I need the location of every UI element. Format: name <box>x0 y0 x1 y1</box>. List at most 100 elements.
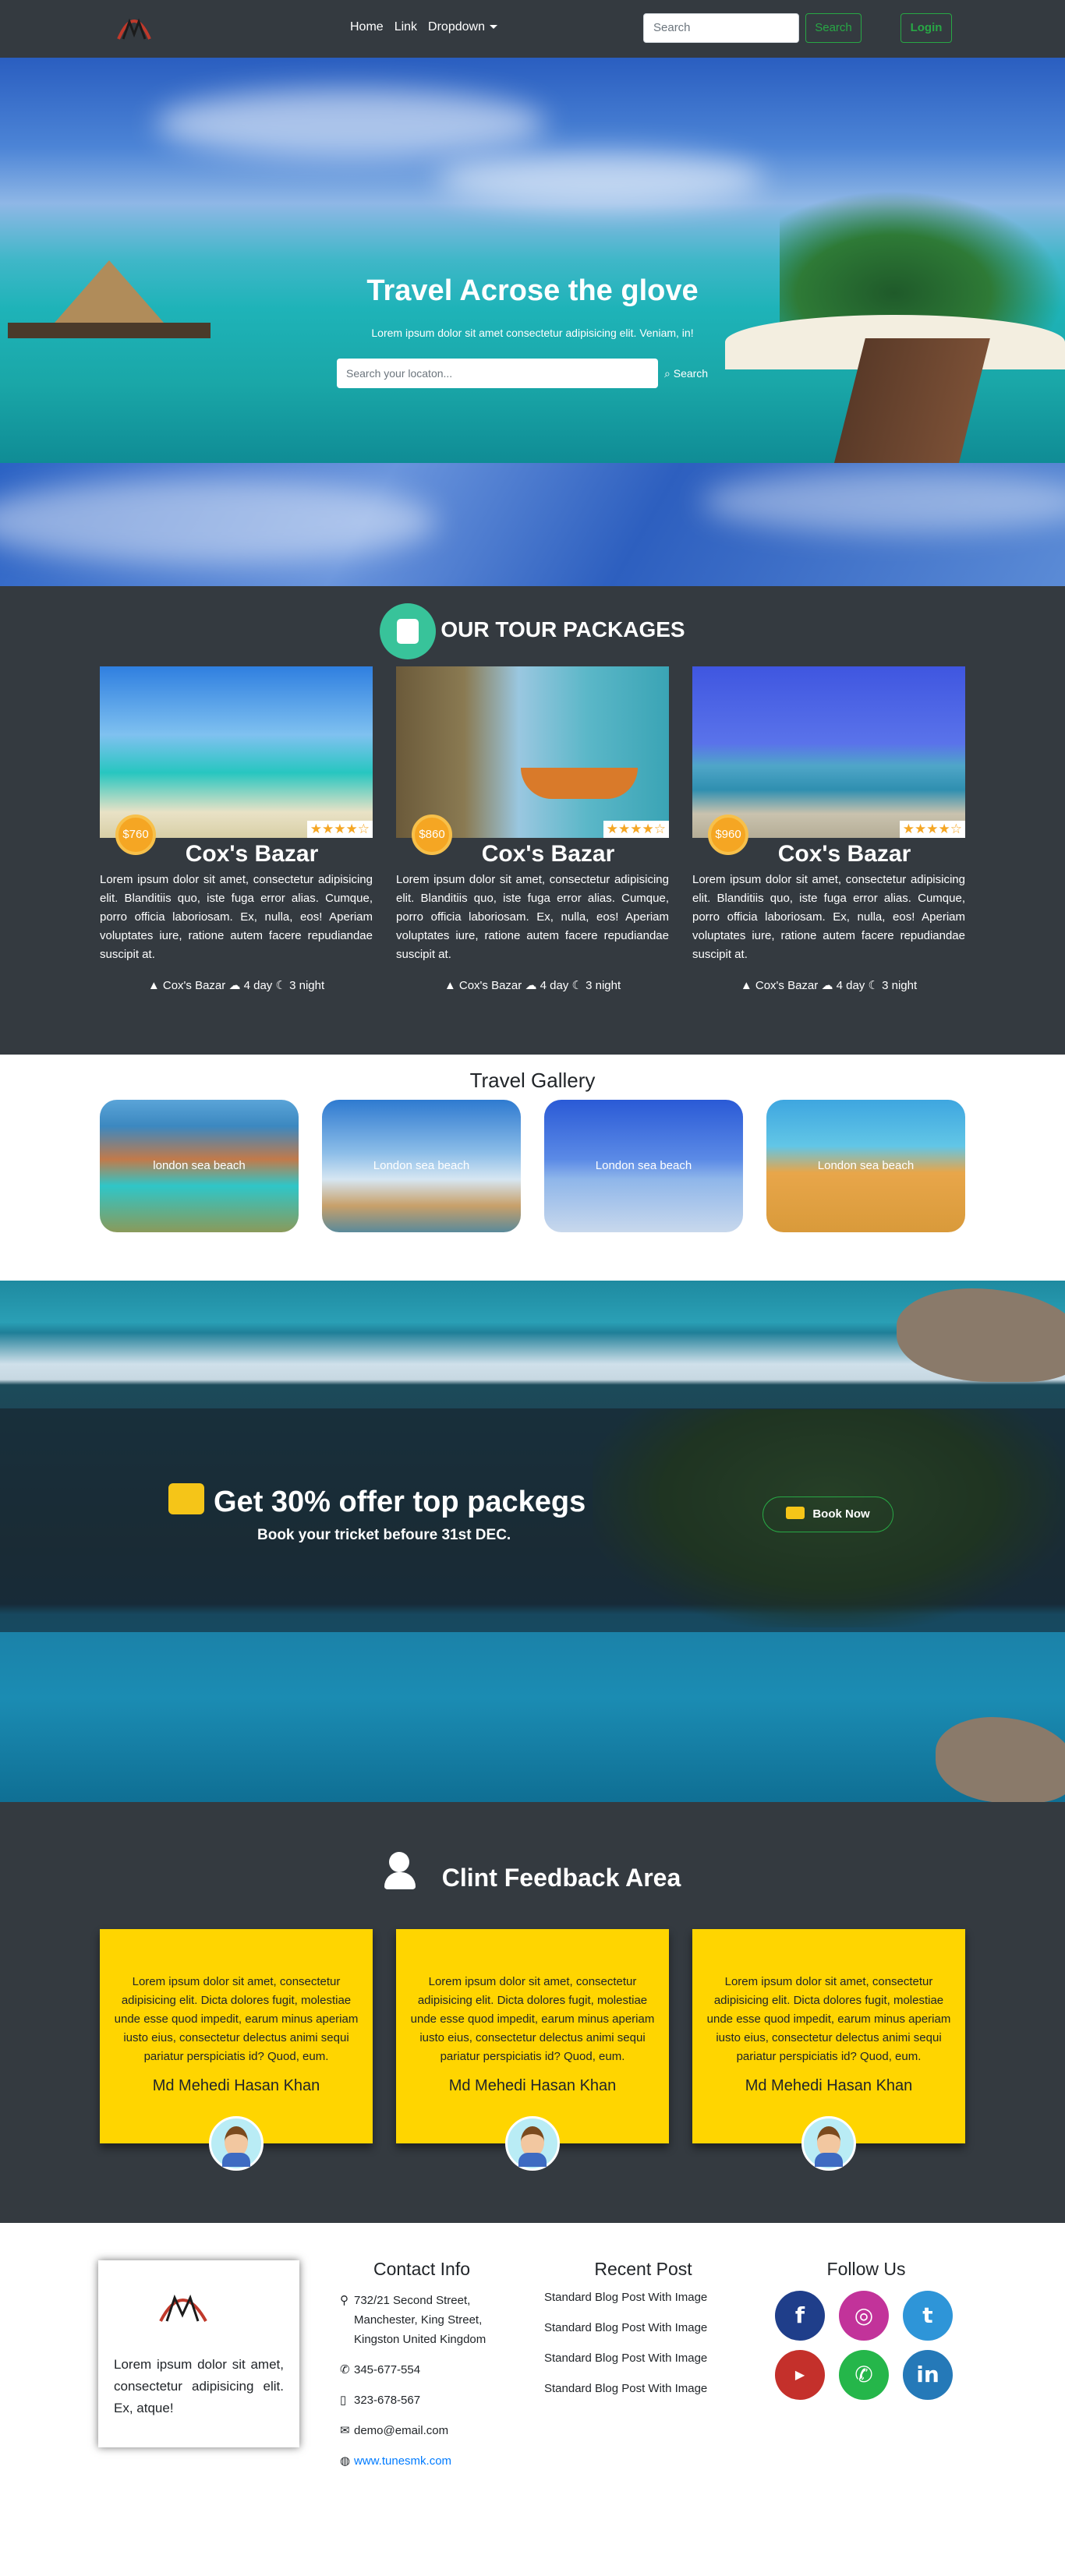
gallery-caption: London sea beach <box>595 1159 692 1172</box>
avatar <box>209 2116 264 2171</box>
footer-about-text: Lorem ipsum dolor sit amet, consectetur … <box>114 2357 284 2415</box>
price-badge: $860 <box>412 814 452 855</box>
avatar <box>505 2116 560 2171</box>
website-link[interactable]: www.tunesmk.com <box>354 2451 451 2471</box>
recent-post-link[interactable]: Standard Blog Post With Image <box>538 2382 748 2395</box>
feedback-text: Lorem ipsum dolor sit amet, consectetur … <box>410 1975 655 2063</box>
package-card[interactable]: ★★★★☆ $860 Cox's Bazar Lorem ipsum dolor… <box>396 666 669 992</box>
feedback-text: Lorem ipsum dolor sit amet, consectetur … <box>706 1975 951 2063</box>
price-badge: $760 <box>115 814 156 855</box>
longtail-boat <box>521 768 638 799</box>
gallery-item[interactable]: london sea beach <box>100 1100 299 1232</box>
twitter-icon[interactable]: t <box>903 2291 953 2341</box>
gallery-item[interactable]: London sea beach <box>322 1100 521 1232</box>
moon-icon: ☾ <box>571 979 582 992</box>
nav-link-home[interactable]: Home <box>350 20 384 34</box>
package-image: ★★★★☆ <box>100 666 373 838</box>
feedback-card: Lorem ipsum dolor sit amet, consectetur … <box>100 1929 373 2171</box>
nav-search-input[interactable]: Search <box>643 13 799 43</box>
gallery-heading: Travel Gallery <box>469 1069 596 1092</box>
tour-packages-section: OUR TOUR PACKAGES ★★★★☆ $760 Cox's Bazar… <box>0 586 1065 1055</box>
whatsapp-icon[interactable]: ✆ <box>839 2350 889 2400</box>
recent-post-link[interactable]: Standard Blog Post With Image <box>538 2352 748 2365</box>
rating-stars: ★★★★☆ <box>899 821 965 838</box>
feedback-name: Md Mehedi Hasan Khan <box>745 2077 913 2094</box>
book-now-button[interactable]: Book Now <box>762 1496 893 1532</box>
contact-phone: ✆ 345-677-554 <box>340 2360 504 2380</box>
gift-icon <box>168 1483 204 1514</box>
location-search-input[interactable]: Search your locaton... <box>337 359 658 388</box>
youtube-icon[interactable]: ▶ <box>775 2350 825 2400</box>
feedback-heading-text: Clint Feedback Area <box>441 1864 681 1892</box>
map-marker-icon: ⚲ <box>340 2294 349 2307</box>
offer-band <box>0 1408 1065 1632</box>
package-description: Lorem ipsum dolor sit amet, consectetur … <box>396 873 669 961</box>
rock-shape <box>936 1717 1065 1802</box>
contact-email-text: demo@email.com <box>354 2424 449 2437</box>
caret-down-icon <box>489 25 497 30</box>
login-button[interactable]: Login <box>900 13 952 43</box>
hero-search-button[interactable]: ⌕ Search <box>664 359 727 388</box>
package-card[interactable]: ★★★★☆ $760 Cox's Bazar Lorem ipsum dolor… <box>100 666 373 992</box>
offer-title: Get 30% offer top packegs <box>168 1483 586 1519</box>
map-icon: ▲ <box>444 979 456 992</box>
feedback-section: Clint Feedback Area Lorem ipsum dolor si… <box>0 1802 1065 2223</box>
search-icon: ⌕ <box>664 367 670 380</box>
package-days: 4 day <box>243 979 273 992</box>
recent-post-link[interactable]: Standard Blog Post With Image <box>538 2291 748 2304</box>
rock-shape <box>897 1288 1065 1382</box>
contact-email: ✉ demo@email.com <box>340 2421 504 2440</box>
feedback-name: Md Mehedi Hasan Khan <box>448 2077 617 2094</box>
hero-subtitle: Lorem ipsum dolor sit amet consectetur a… <box>371 327 694 339</box>
contact-phone-text: 345-677-554 <box>354 2363 421 2376</box>
footer-logo <box>159 2294 207 2322</box>
recent-post-link[interactable]: Standard Blog Post With Image <box>538 2321 748 2334</box>
package-nights: 3 night <box>289 979 325 992</box>
package-nights: 3 night <box>586 979 621 992</box>
rating-stars: ★★★★☆ <box>306 821 373 838</box>
contact-mobile-text: 323-678-567 <box>354 2394 421 2407</box>
contact-website: ◍ www.tunesmk.com <box>340 2451 504 2471</box>
travel-gallery-section: Travel Gallery london sea beach London s… <box>0 1055 1065 1281</box>
rating-stars: ★★★★☆ <box>603 821 669 838</box>
packages-heading: OUR TOUR PACKAGES <box>0 602 1065 659</box>
recent-posts: Recent Post Standard Blog Post With Imag… <box>538 2259 748 2412</box>
recent-heading: Recent Post <box>594 2259 692 2279</box>
package-meta: ▲ Cox's Bazar ☁ 4 day ☾ 3 night <box>692 978 965 992</box>
hero-title: Travel Acrose the glove <box>366 274 699 307</box>
linkedin-icon[interactable]: in <box>903 2350 953 2400</box>
package-location: Cox's Bazar <box>458 979 522 992</box>
hero-search-label: Search <box>673 367 709 380</box>
gallery-item[interactable]: London sea beach <box>766 1100 965 1232</box>
gallery-caption: London sea beach <box>373 1159 470 1172</box>
contact-info: Contact Info ⚲ 732/21 Second Street, Manc… <box>340 2259 504 2482</box>
feedback-card: Lorem ipsum dolor sit amet, consectetur … <box>692 1929 965 2171</box>
contact-address: ⚲ 732/21 Second Street, Manchester, King … <box>340 2291 504 2349</box>
gallery-item[interactable]: London sea beach <box>544 1100 743 1232</box>
sign-in-icon <box>786 1507 805 1519</box>
facebook-icon[interactable]: f <box>775 2291 825 2341</box>
package-card[interactable]: ★★★★☆ $960 Cox's Bazar Lorem ipsum dolor… <box>692 666 965 992</box>
map-icon: ▲ <box>740 979 752 992</box>
cloud-icon: ☁ <box>228 979 241 992</box>
package-image: ★★★★☆ <box>396 666 669 838</box>
map-icon: ▲ <box>147 979 160 992</box>
cloud-shape <box>437 151 764 206</box>
mobile-icon: ▯ <box>340 2394 347 2407</box>
contact-mobile: ▯ 323-678-567 <box>340 2390 504 2410</box>
nav-dropdown-label: Dropdown <box>428 20 485 34</box>
follow-heading: Follow Us <box>826 2259 906 2279</box>
hero-banner: Travel Acrose the glove Lorem ipsum dolo… <box>0 58 1065 463</box>
nav-search-button[interactable]: Search <box>805 13 862 43</box>
brand-logo[interactable] <box>112 8 156 47</box>
package-days: 4 day <box>836 979 865 992</box>
instagram-icon[interactable]: ◎ <box>839 2291 889 2341</box>
package-location: Cox's Bazar <box>755 979 819 992</box>
package-description: Lorem ipsum dolor sit amet, consectetur … <box>692 873 965 961</box>
offer-subtitle: Book your tricket befoure 31st DEC. <box>257 1527 511 1543</box>
nav-link-link[interactable]: Link <box>395 20 417 34</box>
nav-dropdown[interactable]: Dropdown <box>428 20 497 34</box>
cloud-shape <box>0 479 437 564</box>
gallery-caption: london sea beach <box>153 1159 246 1172</box>
footer: Lorem ipsum dolor sit amet, consectetur … <box>0 2223 1065 2518</box>
